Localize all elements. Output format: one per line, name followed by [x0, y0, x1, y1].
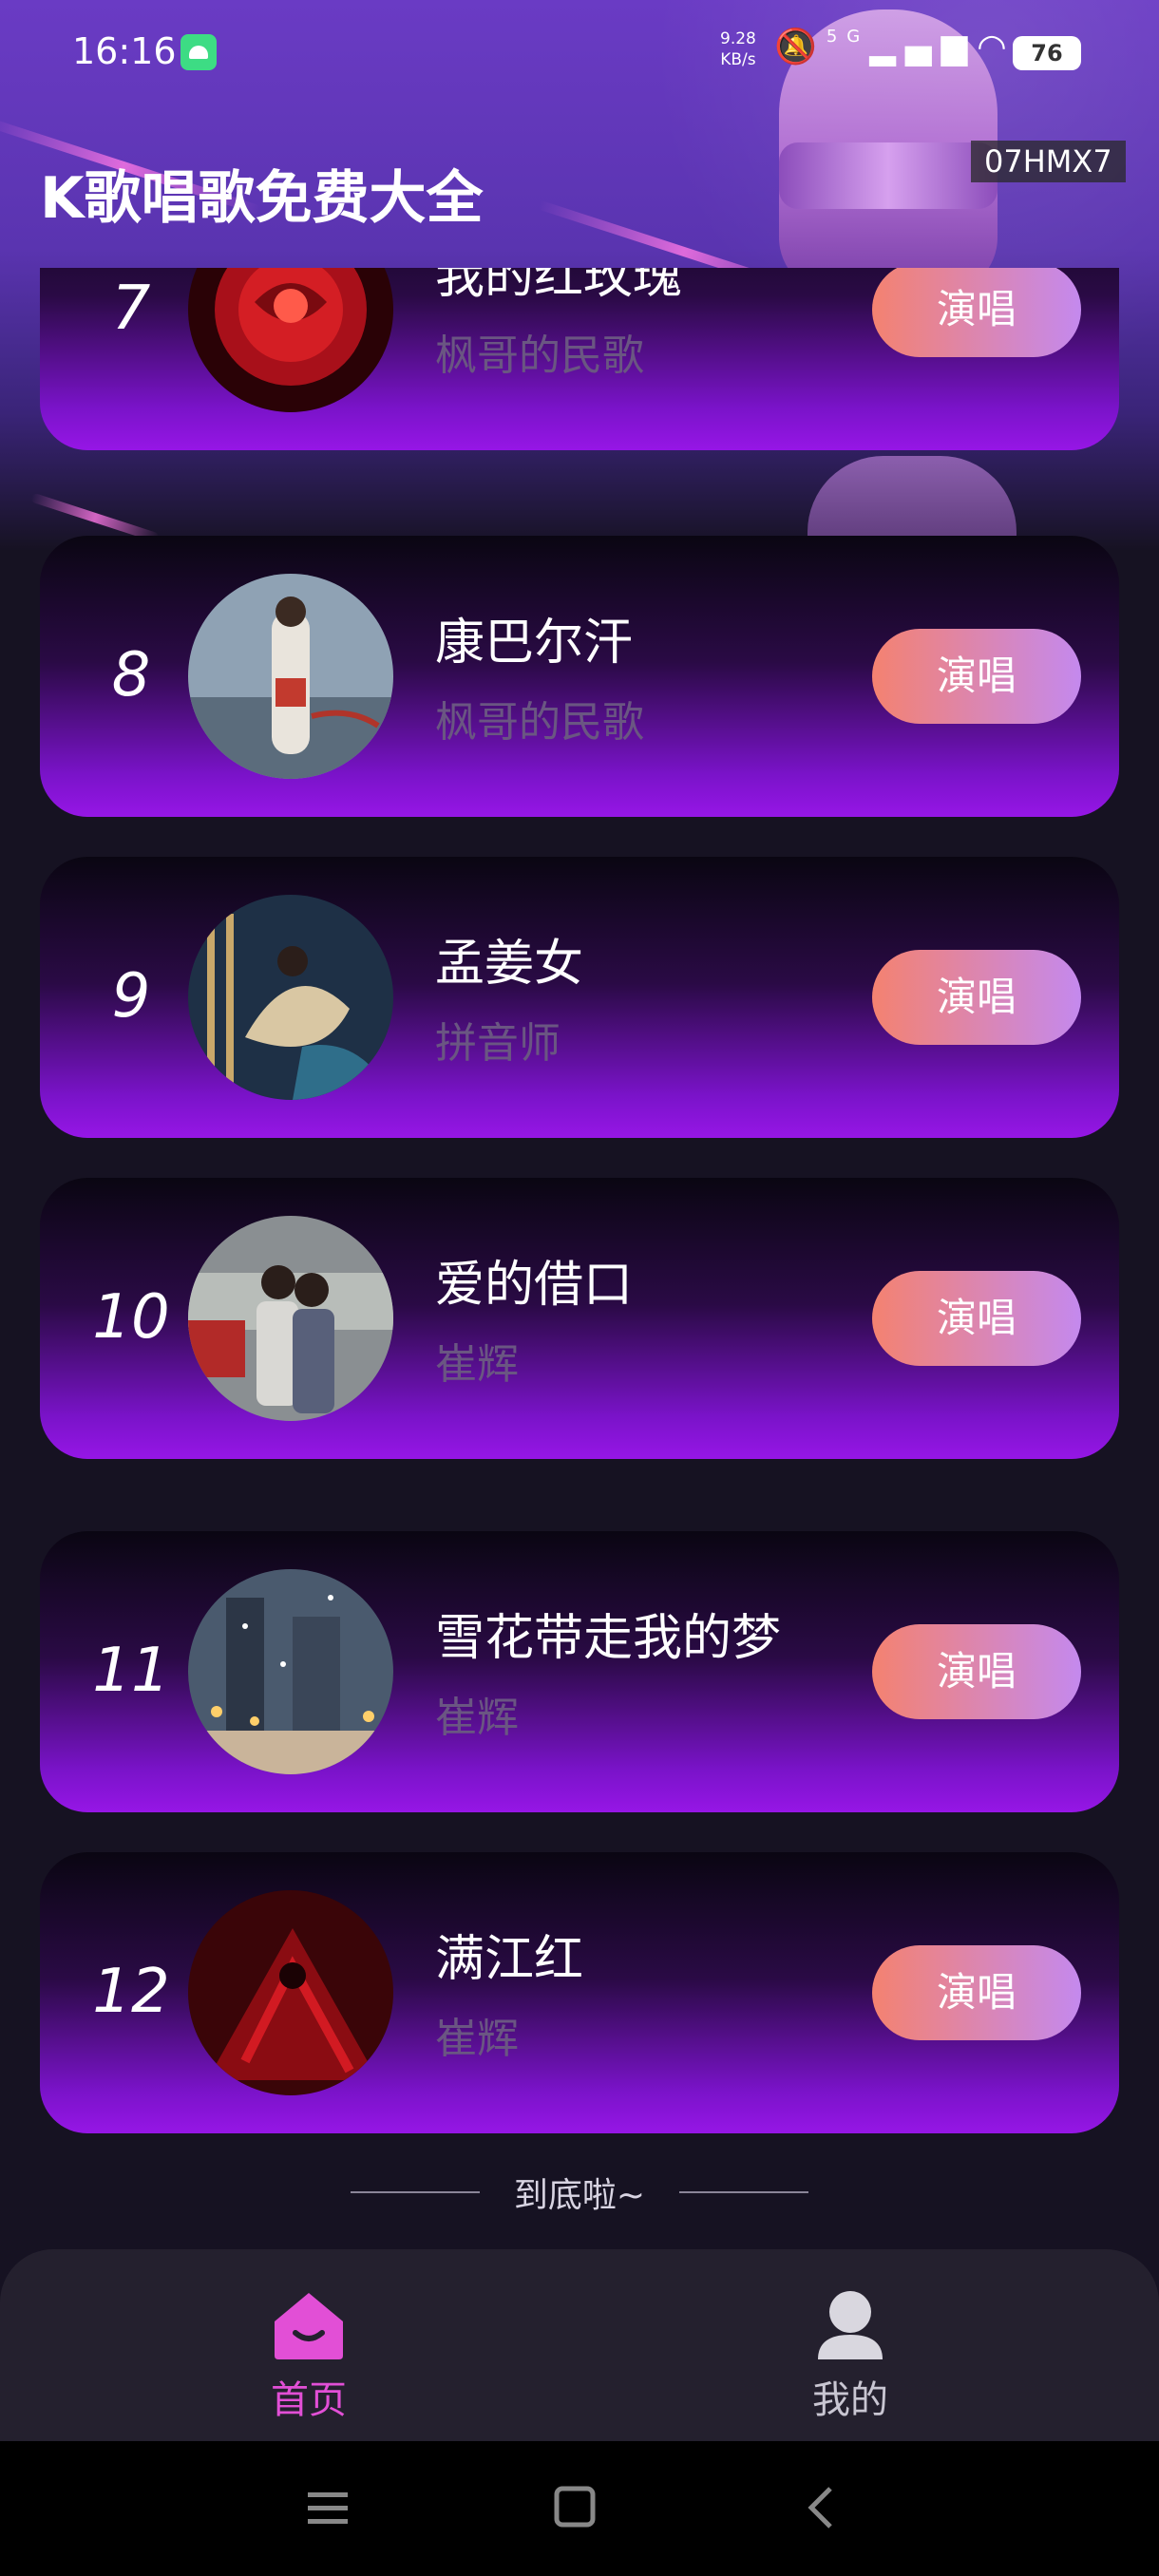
signal-icon: ▂▄▆: [869, 28, 978, 66]
list-end-text: 到底啦~: [513, 2176, 646, 2215]
song-title: 孟姜女: [435, 936, 584, 993]
song-artist: 崔辉: [435, 1340, 519, 1389]
net-speed-unit: KB/s: [720, 50, 756, 69]
song-artist: 枫哥的民歌: [435, 331, 644, 380]
system-navigation-bar: [0, 2441, 1159, 2576]
song-rank: 11: [92, 1636, 170, 1706]
wifi-icon: ◠: [977, 28, 1016, 66]
song-card[interactable]: 12 满江红 崔辉 演唱: [40, 1852, 1119, 2133]
song-card[interactable]: 10 爱的借口 崔辉 演唱: [40, 1178, 1119, 1459]
song-title: 我的红玫瑰: [435, 268, 683, 305]
signal-5g-label: 5G: [826, 27, 870, 47]
page-title: K歌唱歌免费大全: [40, 165, 484, 232]
sing-button[interactable]: 演唱: [872, 1271, 1081, 1366]
user-icon: [812, 2289, 888, 2359]
song-rank: 8: [111, 640, 151, 710]
song-title: 满江红: [435, 1931, 584, 1988]
song-cover: [188, 1569, 393, 1774]
song-rank: 10: [92, 1282, 170, 1353]
status-icons: 🔕5G▂▄▆◠: [774, 27, 1016, 66]
home-square-icon[interactable]: [542, 2479, 608, 2536]
nav-label-mine: 我的: [812, 2378, 888, 2422]
song-cover: [188, 574, 393, 779]
sing-button[interactable]: 演唱: [872, 629, 1081, 724]
back-icon[interactable]: [788, 2479, 855, 2536]
watermark-label: 07HMX7: [971, 141, 1126, 182]
song-title: 康巴尔汗: [435, 615, 634, 672]
song-artist: 拼音师: [435, 1019, 560, 1068]
status-bar: 16:16 9.28 KB/s 🔕5G▂▄▆◠ 76: [0, 0, 1159, 104]
sing-button[interactable]: 演唱: [872, 268, 1081, 357]
song-list[interactable]: 7 我的红玫瑰 枫哥的民歌 演唱 8 康巴尔汗 枫哥的民歌 演唱 9 孟姜女 拼…: [0, 268, 1159, 2253]
menu-icon[interactable]: [294, 2479, 361, 2536]
song-rank: 12: [92, 1957, 170, 2027]
sing-button[interactable]: 演唱: [872, 950, 1081, 1045]
song-title: 雪花带走我的梦: [435, 1610, 782, 1667]
song-card[interactable]: 9 孟姜女 拼音师 演唱: [40, 857, 1119, 1138]
song-artist: 崔辉: [435, 1694, 519, 1742]
song-cover: [188, 1890, 393, 2095]
song-card[interactable]: 7 我的红玫瑰 枫哥的民歌 演唱: [40, 268, 1119, 450]
home-icon: [271, 2289, 347, 2359]
song-cover: [188, 1216, 393, 1421]
sing-button[interactable]: 演唱: [872, 1945, 1081, 2040]
song-cover: [188, 895, 393, 1100]
list-end-indicator: 到底啦~: [0, 2168, 1159, 2225]
nav-tab-home[interactable]: 首页: [204, 2289, 413, 2424]
microphone-band: [779, 142, 998, 209]
song-cover: [188, 268, 393, 412]
song-title: 爱的借口: [435, 1257, 634, 1314]
song-card[interactable]: 8 康巴尔汗 枫哥的民歌 演唱: [40, 536, 1119, 817]
song-artist: 枫哥的民歌: [435, 698, 644, 747]
status-time: 16:16: [72, 30, 177, 72]
net-speed-value: 9.28: [720, 29, 756, 48]
divider: [350, 2191, 480, 2193]
song-rank: 7: [111, 274, 151, 344]
network-speed: 9.28 KB/s: [720, 28, 756, 70]
mute-icon: 🔕: [774, 28, 826, 66]
android-icon: [180, 34, 217, 70]
battery-icon: 76: [1013, 36, 1081, 70]
song-artist: 崔辉: [435, 2015, 519, 2063]
song-rank: 9: [111, 961, 151, 1032]
nav-tab-mine[interactable]: 我的: [746, 2289, 955, 2424]
song-card[interactable]: 11 雪花带走我的梦 崔辉 演唱: [40, 1531, 1119, 1812]
sing-button[interactable]: 演唱: [872, 1624, 1081, 1719]
divider: [679, 2191, 809, 2193]
nav-label-home: 首页: [271, 2378, 347, 2422]
bottom-nav: 首页 我的: [0, 2249, 1159, 2441]
